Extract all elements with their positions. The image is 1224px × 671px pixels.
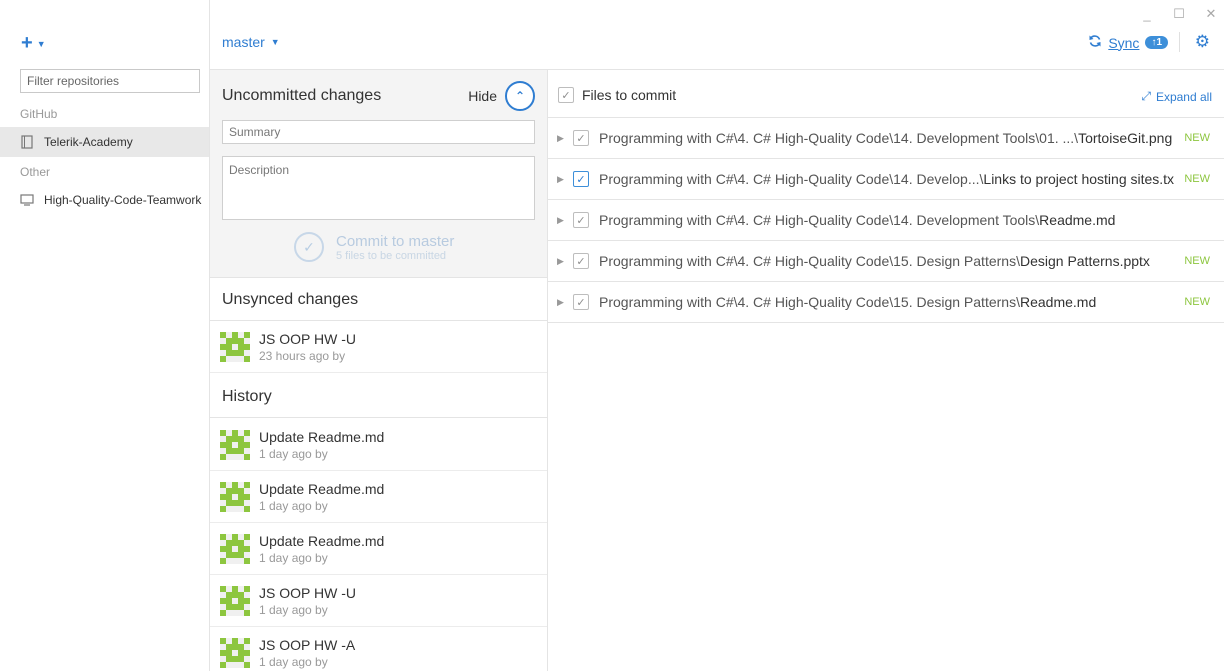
plus-icon: + (21, 32, 33, 54)
history-row[interactable]: Update Readme.md 1 day ago by (210, 419, 547, 471)
history-row[interactable]: Update Readme.md 1 day ago by (210, 523, 547, 575)
checkbox-icon[interactable]: ✓ (573, 294, 589, 310)
avatar (220, 429, 250, 460)
commit-time: 1 day ago by (259, 602, 328, 617)
repo-item-telerik-academy[interactable]: Telerik-Academy (0, 127, 209, 157)
repo-name: Telerik-Academy (44, 135, 133, 149)
add-repository-button[interactable]: + ▼ (21, 32, 46, 55)
checkbox-icon[interactable]: ✓ (573, 253, 589, 269)
unsynced-title: Unsynced changes (222, 291, 359, 308)
expand-arrow-icon[interactable]: ▶ (557, 256, 564, 267)
avatar (220, 481, 250, 512)
file-path: Programming with C#\4. C# High-Quality C… (599, 171, 1175, 187)
sync-label: Sync (1108, 34, 1140, 51)
avatar (220, 331, 250, 362)
commit-message: Update Readme.md (259, 428, 385, 445)
history-header: History (210, 374, 547, 418)
new-badge: NEW (1184, 255, 1210, 267)
commit-time: 1 day ago by (259, 654, 328, 669)
commit-row[interactable]: JS OOP HW -U 23 hours ago by (210, 321, 547, 373)
sync-count-badge: ↑1 (1145, 36, 1168, 49)
commit-subtitle: 5 files to be committed (336, 249, 447, 262)
unsynced-header: Unsynced changes (210, 279, 547, 321)
changes-panel: Uncommitted changes Hide ⌃ Summary Descr… (210, 70, 548, 671)
file-path: Programming with C#\4. C# High-Quality C… (599, 294, 1097, 310)
uncommitted-title: Uncommitted changes (222, 87, 382, 104)
summary-field[interactable]: Summary (222, 120, 535, 144)
file-path: Programming with C#\4. C# High-Quality C… (599, 253, 1150, 269)
avatar (220, 533, 250, 564)
check-icon: ✓ (294, 232, 324, 262)
commit-message: JS OOP HW -A (259, 636, 356, 653)
monitor-icon (20, 193, 34, 207)
hide-button[interactable]: Hide ⌃ (468, 81, 535, 111)
repo-name: High-Quality-Code-Teamwork (44, 193, 202, 207)
group-label-other: Other (20, 165, 51, 179)
checkbox-icon[interactable]: ✓ (573, 171, 589, 187)
checkbox-icon[interactable]: ✓ (573, 130, 589, 146)
file-row[interactable]: ▶ ✓ Programming with C#\4. C# High-Quali… (548, 159, 1224, 200)
chevron-down-icon: ▼ (270, 37, 280, 47)
repo-item-high-quality-code-teamwork[interactable]: High-Quality-Code-Teamwork (0, 185, 209, 215)
hide-label: Hide (468, 88, 497, 104)
commit-title: Commit to master (336, 232, 455, 250)
history-title: History (222, 388, 272, 405)
repository-sidebar: + ▼ GitHub Telerik-Academy Other High-Qu… (0, 0, 210, 671)
expand-arrow-icon[interactable]: ▶ (557, 133, 564, 144)
commit-message: JS OOP HW -U (259, 330, 356, 347)
uncommitted-changes-section: Uncommitted changes Hide ⌃ Summary Descr… (210, 70, 547, 278)
new-badge: NEW (1184, 173, 1210, 185)
expand-arrow-icon[interactable]: ▶ (557, 174, 564, 185)
commit-button[interactable]: ✓ Commit to master 5 files to be committ… (294, 232, 454, 262)
file-path: Programming with C#\4. C# High-Quality C… (599, 130, 1173, 146)
commit-time: 1 day ago by (259, 498, 328, 513)
commit-message: Update Readme.md (259, 532, 385, 549)
sync-button[interactable]: Sync ↑1 (1088, 34, 1168, 51)
commit-time: 1 day ago by (259, 446, 328, 461)
file-row[interactable]: ▶ ✓ Programming with C#\4. C# High-Quali… (548, 282, 1224, 323)
book-icon (20, 135, 34, 149)
avatar (220, 637, 250, 668)
gear-icon[interactable]: ⚙ (1195, 32, 1210, 52)
expand-arrow-icon[interactable]: ▶ (557, 215, 564, 226)
history-row[interactable]: Update Readme.md 1 day ago by (210, 471, 547, 523)
chevron-down-icon: ▼ (36, 38, 46, 49)
branch-selector[interactable]: master ▼ (222, 34, 280, 50)
new-badge: NEW (1184, 296, 1210, 308)
new-badge: NEW (1184, 132, 1210, 144)
history-row[interactable]: JS OOP HW -U 1 day ago by (210, 575, 547, 627)
files-header: ✓ Files to commit ⤢ Expand all (548, 70, 1224, 118)
files-panel: ✓ Files to commit ⤢ Expand all ▶ ✓ Progr… (548, 70, 1224, 671)
commit-message: Update Readme.md (259, 480, 385, 497)
commit-time: 1 day ago by (259, 550, 328, 565)
expand-all-button[interactable]: ⤢ Expand all (1141, 89, 1212, 104)
file-path: Programming with C#\4. C# High-Quality C… (599, 212, 1116, 228)
group-label-github: GitHub (20, 107, 58, 121)
sync-icon (1088, 34, 1102, 51)
history-row[interactable]: JS OOP HW -A 1 day ago by (210, 627, 547, 671)
description-field[interactable]: Description (222, 156, 535, 220)
chevron-up-icon: ⌃ (505, 81, 535, 111)
divider (1179, 32, 1180, 52)
expand-arrow-icon[interactable]: ▶ (557, 297, 564, 308)
files-header-label: Files to commit (582, 87, 677, 103)
file-row[interactable]: ▶ ✓ Programming with C#\4. C# High-Quali… (548, 241, 1224, 282)
top-bar: master ▼ Sync ↑1 ⚙ (210, 0, 1224, 70)
commit-message: JS OOP HW -U (259, 584, 356, 601)
files-to-commit-toggle[interactable]: ✓ Files to commit (558, 87, 676, 103)
expand-all-label: Expand all (1155, 89, 1212, 104)
file-row[interactable]: ▶ ✓ Programming with C#\4. C# High-Quali… (548, 118, 1224, 159)
filter-repositories-input[interactable] (20, 69, 200, 93)
branch-name: master (222, 34, 265, 50)
checkbox-icon[interactable]: ✓ (573, 212, 589, 228)
file-row[interactable]: ▶ ✓ Programming with C#\4. C# High-Quali… (548, 200, 1224, 241)
commit-time: 23 hours ago by (259, 348, 346, 363)
avatar (220, 585, 250, 616)
expand-icon: ⤢ (1141, 89, 1151, 103)
checkbox-icon[interactable]: ✓ (558, 87, 574, 103)
